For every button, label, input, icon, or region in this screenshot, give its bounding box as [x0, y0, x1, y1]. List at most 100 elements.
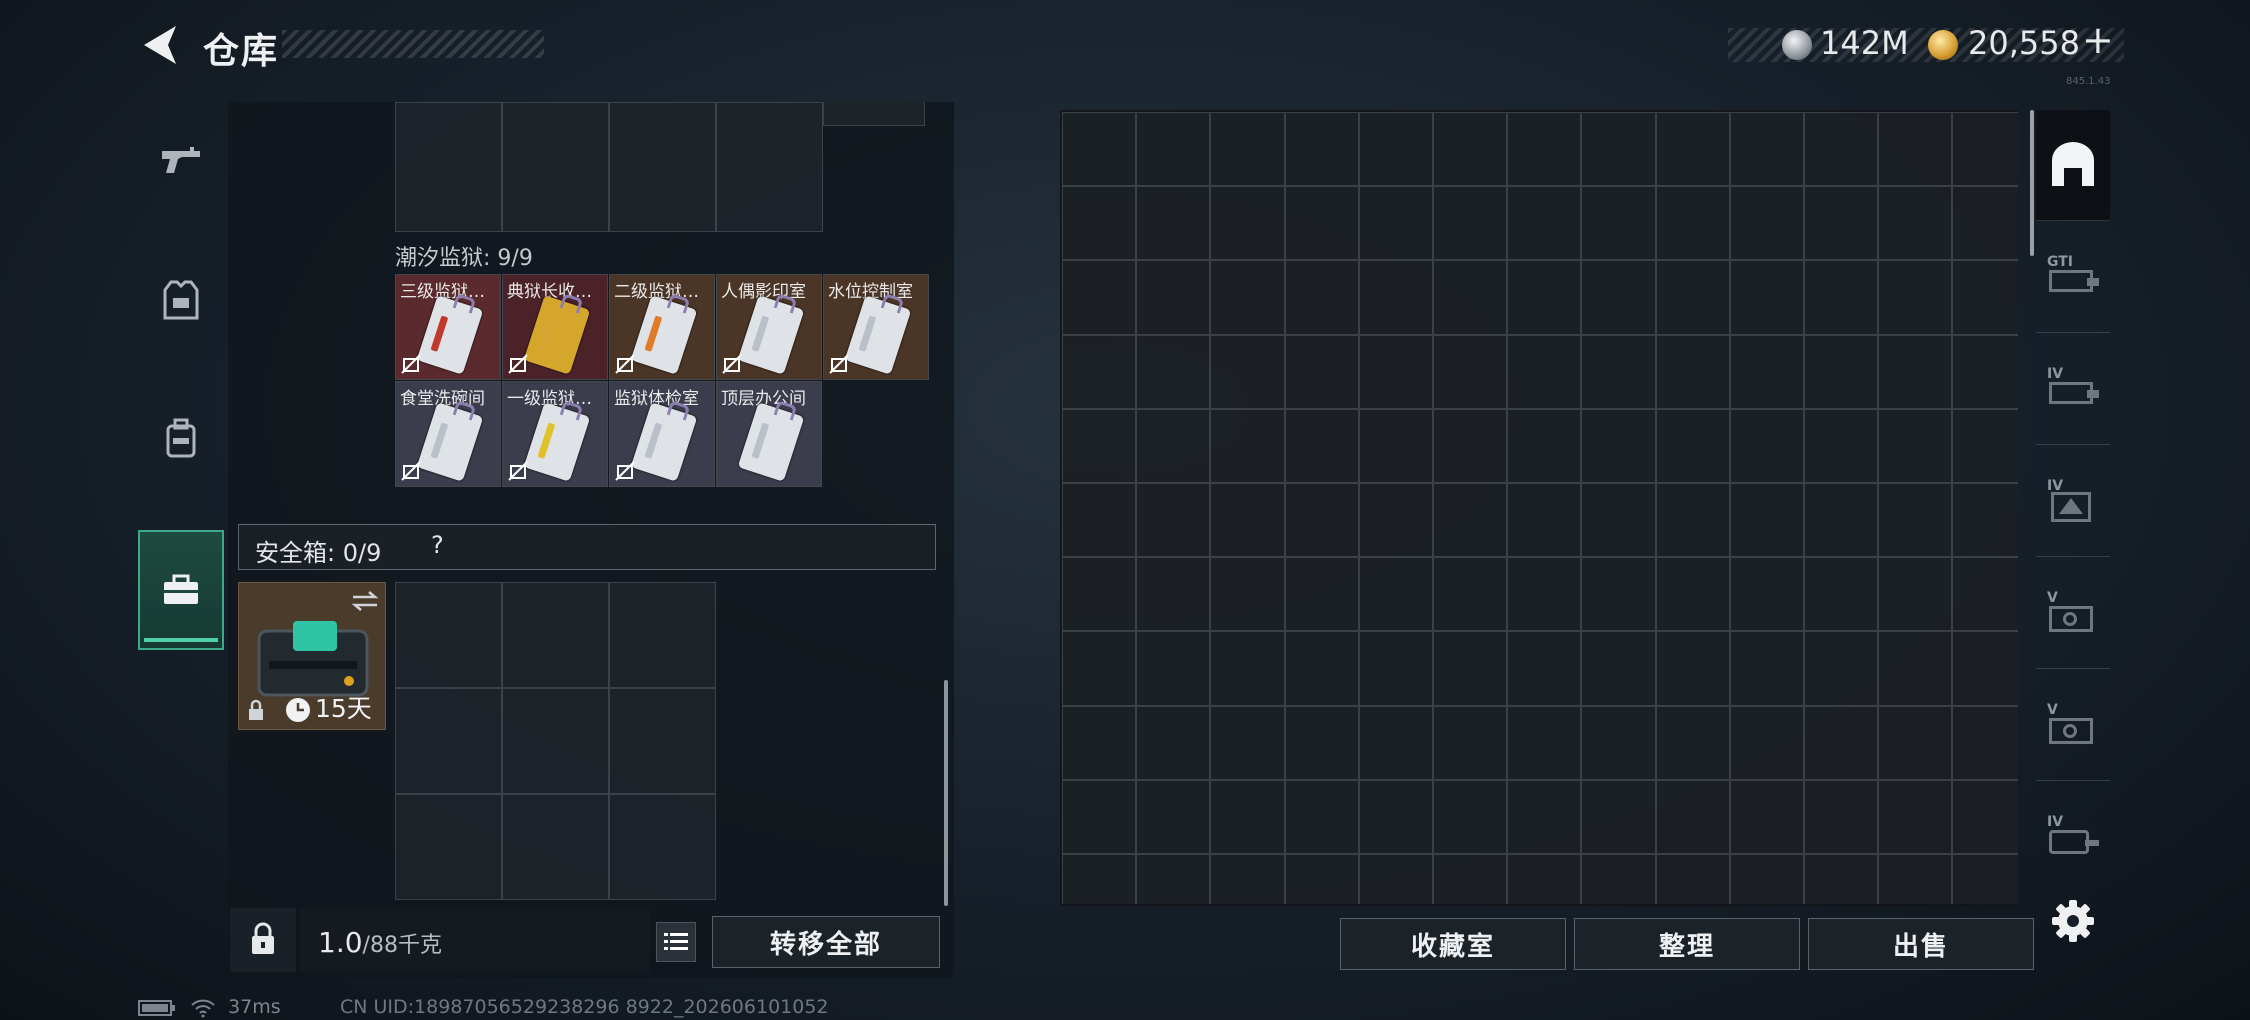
storage-slot[interactable] — [1729, 334, 1804, 409]
storage-slot[interactable] — [1581, 260, 1656, 335]
keycard-item[interactable]: 顶层办公间 — [716, 381, 822, 487]
storage-slot[interactable] — [1136, 854, 1211, 904]
storage-slot[interactable] — [1284, 705, 1359, 780]
storage-slot[interactable] — [1729, 705, 1804, 780]
safe-box-help-icon[interactable]: ? — [431, 531, 444, 559]
tab-safe-box[interactable] — [138, 530, 224, 650]
storage-slot[interactable] — [1655, 557, 1730, 632]
storage-slot[interactable] — [1284, 854, 1359, 904]
tab-storage-iv-c[interactable]: IV — [2036, 782, 2110, 892]
storage-slot[interactable] — [1358, 779, 1433, 854]
storage-slot[interactable] — [1210, 112, 1285, 187]
inventory-scrollbar[interactable] — [944, 680, 948, 906]
storage-slot[interactable] — [1062, 186, 1137, 261]
storage-slot[interactable] — [1581, 854, 1656, 904]
storage-slot[interactable] — [1878, 408, 1953, 483]
storage-slot[interactable] — [1136, 705, 1211, 780]
storage-slot[interactable] — [1358, 631, 1433, 706]
storage-slot[interactable] — [1284, 334, 1359, 409]
safe-box-item[interactable]: 15天 — [238, 582, 386, 730]
storage-slot[interactable] — [1878, 779, 1953, 854]
storage-slot[interactable] — [1729, 631, 1804, 706]
grid-slot[interactable] — [502, 102, 609, 232]
storage-slot[interactable] — [1210, 260, 1285, 335]
storage-slot[interactable] — [1507, 854, 1582, 904]
storage-slot[interactable] — [1433, 705, 1508, 780]
settings-button[interactable] — [2050, 898, 2096, 944]
storage-slot[interactable] — [1952, 557, 2018, 632]
storage-slot[interactable] — [1284, 112, 1359, 187]
storage-slot[interactable] — [1952, 112, 2018, 187]
storage-slot[interactable] — [1210, 557, 1285, 632]
storage-slot[interactable] — [1804, 779, 1879, 854]
storage-slot[interactable] — [1878, 705, 1953, 780]
sell-button[interactable]: 出售 — [1808, 918, 2034, 970]
storage-slot[interactable] — [1655, 631, 1730, 706]
storage-slot[interactable] — [1284, 260, 1359, 335]
storage-slot[interactable] — [1433, 854, 1508, 904]
storage-slot[interactable] — [1804, 260, 1879, 335]
storage-slot[interactable] — [1878, 112, 1953, 187]
storage-slot[interactable] — [1804, 408, 1879, 483]
storage-slot[interactable] — [1062, 483, 1137, 558]
storage-slot[interactable] — [1062, 557, 1137, 632]
storage-slot[interactable] — [1729, 408, 1804, 483]
storage-slot[interactable] — [1581, 334, 1656, 409]
grid-slot[interactable] — [609, 582, 716, 688]
storage-slot[interactable] — [1581, 186, 1656, 261]
storage-slot[interactable] — [1804, 186, 1879, 261]
storage-slot[interactable] — [1062, 854, 1137, 904]
storage-slot[interactable] — [1136, 112, 1211, 187]
storage-slot[interactable] — [1062, 334, 1137, 409]
organize-button[interactable]: 整理 — [1574, 918, 1800, 970]
storage-slot[interactable] — [1136, 557, 1211, 632]
storage-slot[interactable] — [1655, 186, 1730, 261]
storage-slot[interactable] — [1581, 631, 1656, 706]
storage-slot[interactable] — [1507, 705, 1582, 780]
grid-slot[interactable] — [716, 102, 823, 232]
storage-slot[interactable] — [1433, 186, 1508, 261]
grid-slot[interactable] — [502, 582, 609, 688]
keycard-item[interactable]: 典狱长收… — [502, 274, 608, 380]
storage-slot[interactable] — [1507, 186, 1582, 261]
add-currency-button[interactable]: + — [2082, 18, 2114, 62]
storage-slot[interactable] — [1655, 408, 1730, 483]
storage-slot[interactable] — [1358, 260, 1433, 335]
storage-slot[interactable] — [1655, 779, 1730, 854]
storage-slot[interactable] — [1284, 779, 1359, 854]
storage-slot[interactable] — [1507, 631, 1582, 706]
keycard-item[interactable]: 二级监狱… — [609, 274, 715, 380]
storage-slot[interactable] — [1433, 260, 1508, 335]
storage-slot[interactable] — [1062, 260, 1137, 335]
storage-slot[interactable] — [1655, 705, 1730, 780]
storage-slot[interactable] — [1507, 779, 1582, 854]
storage-slot[interactable] — [1062, 705, 1137, 780]
storage-slot[interactable] — [1804, 483, 1879, 558]
storage-slot[interactable] — [1878, 483, 1953, 558]
tab-armor[interactable] — [138, 240, 224, 360]
storage-slot[interactable] — [1507, 260, 1582, 335]
storage-slot[interactable] — [1062, 112, 1137, 187]
keycard-item[interactable]: 监狱体检室 — [609, 381, 715, 487]
storage-slot[interactable] — [1952, 854, 2018, 904]
storage-slot[interactable] — [1729, 186, 1804, 261]
storage-slot[interactable] — [1210, 334, 1285, 409]
keycard-item[interactable]: 三级监狱… — [395, 274, 501, 380]
grid-slot[interactable] — [395, 102, 502, 232]
storage-slot[interactable] — [1210, 186, 1285, 261]
storage-slot[interactable] — [1878, 631, 1953, 706]
storage-slot[interactable] — [1729, 557, 1804, 632]
tab-storage-v-b[interactable]: V — [2036, 670, 2110, 781]
storage-slot[interactable] — [1136, 408, 1211, 483]
storage-slot[interactable] — [1136, 631, 1211, 706]
storage-slot[interactable] — [1952, 779, 2018, 854]
storage-scrollbar[interactable] — [2030, 110, 2034, 256]
keycard-item[interactable]: 水位控制室 — [823, 274, 929, 380]
storage-slot[interactable] — [1729, 483, 1804, 558]
storage-slot[interactable] — [1804, 112, 1879, 187]
grid-slot[interactable] — [609, 794, 716, 900]
storage-slot[interactable] — [1062, 631, 1137, 706]
storage-slot[interactable] — [1878, 854, 1953, 904]
storage-slot[interactable] — [1804, 854, 1879, 904]
storage-slot[interactable] — [1729, 854, 1804, 904]
